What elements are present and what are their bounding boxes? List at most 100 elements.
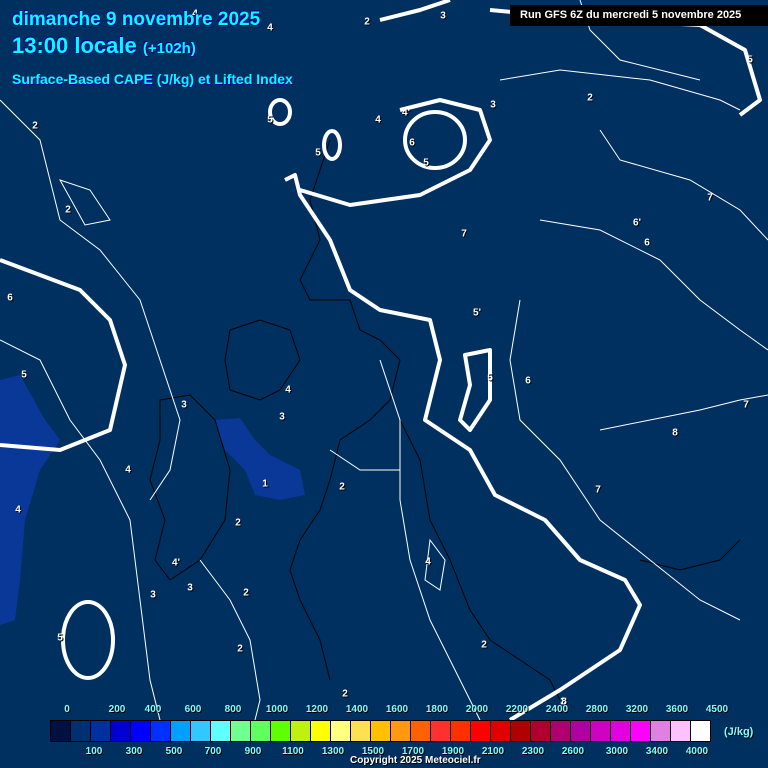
legend-top-label: 1000 [265,704,289,715]
contour-label: 5 [487,372,493,384]
legend-swatch [431,721,451,741]
legend-bottom-label: 2300 [521,746,545,757]
legend-swatch [671,721,691,741]
thin-contours [0,0,768,741]
contour-label: 6' [633,217,641,229]
forecast-date: dimanche 9 novembre 2025 [12,9,261,30]
contour-label: 3 [279,411,285,423]
contour-label: 7 [743,399,749,411]
legend-top-label: 3200 [625,704,649,715]
legend-swatch [571,721,591,741]
legend-swatch [291,721,311,741]
legend-top-label: 2400 [545,704,569,715]
legend-swatch [551,721,571,741]
legend-swatch [631,721,651,741]
legend-bottom-label: 2100 [481,746,505,757]
legend-swatch [231,721,251,741]
legend-bottom-label: 900 [244,746,262,757]
legend-bottom-label: 700 [204,746,222,757]
contour-label: 2 [243,587,249,599]
legend-top-label: 2200 [505,704,529,715]
run-info: Run GFS 6Z du mercredi 5 novembre 2025 [510,5,768,26]
contour-label: 2 [481,639,487,651]
contour-label: 4 [425,556,431,568]
contour-label: 4' [402,107,410,119]
legend-bottom-label: 500 [165,746,183,757]
legend-top-label: 1200 [305,704,329,715]
contour-label: 6 [525,375,531,387]
contour-label: 5 [747,54,753,66]
legend-swatch [131,721,151,741]
legend-top-label: 3600 [665,704,689,715]
legend-swatch [391,721,411,741]
contour-label: 1 [262,478,268,490]
legend-top-label: 1800 [425,704,449,715]
legend-top-label: 200 [108,704,126,715]
cape-fill [0,375,305,625]
forecast-time-label: 13:00 locale [12,33,137,58]
legend-swatch [531,721,551,741]
contour-label: 2 [364,16,370,28]
contour-label: 2 [339,481,345,493]
legend-bottom-label: 1100 [282,746,304,757]
contour-label: 5 [315,147,321,159]
legend-top-label: 4500 [705,704,729,715]
contour-label: 2 [235,517,241,529]
contour-label: 5 [57,632,63,644]
legend-bottom-label: 4000 [685,746,709,757]
contour-label: 3 [150,589,156,601]
legend-bottom-label: 300 [125,746,143,757]
contour-label: 6 [7,292,13,304]
contour-label: 5 [267,114,273,126]
legend-swatch [191,721,211,741]
contour-label: 4' [172,557,180,569]
weather-map: 2 4 4 2 3 3 2 5 5 4 4' 6 5 5 7 6' 6 2 7 6 5' 5 6 5 4 3 3 2 7 8 7 4 1 2 4 4'… [0,0,768,768]
contour-label: 2 [342,688,348,700]
contour-label: 2 [237,643,243,655]
legend-swatch [71,721,91,741]
legend-swatch [171,721,191,741]
contour-label: 6 [409,137,415,149]
legend-swatch [211,721,231,741]
contour-label: 8 [672,427,678,439]
contour-label: 3 [490,99,496,111]
legend-top-label: 800 [224,704,242,715]
legend-swatch [91,721,111,741]
legend-swatch [311,721,331,741]
contour-label: 2 [587,92,593,104]
legend-bottom-label: 3000 [605,746,629,757]
legend-swatch [491,721,511,741]
legend-swatch [451,721,471,741]
legend-swatch [371,721,391,741]
legend-swatch [651,721,671,741]
legend-swatch [331,721,351,741]
legend-swatch [591,721,611,741]
legend-unit: (J/kg) [724,726,754,738]
contour-label: 2 [32,120,38,132]
legend-swatch [411,721,431,741]
parameter-title: Surface-Based CAPE (J/kg) et Lifted Inde… [12,71,293,87]
legend-bottom-label: 2600 [561,746,585,757]
legend-swatch [151,721,171,741]
contour-label: 5 [21,369,27,381]
legend-swatch [251,721,271,741]
contour-label: 6 [644,237,650,249]
contour-loop [322,129,342,161]
lead-time: (+102h) [142,40,196,57]
legend-top-label: 400 [144,704,162,715]
contour-label: 3 [187,582,193,594]
legend-top-label: 0 [64,704,70,715]
legend-swatch [351,721,371,741]
legend-swatch [471,721,491,741]
legend-bottom-label: 3400 [645,746,669,757]
contour-label: 3 [440,10,446,22]
legend-swatch [271,721,291,741]
contour-label: 5 [423,157,429,169]
copyright: Copyright 2025 Meteociel.fr [350,755,481,766]
color-legend [50,720,711,742]
contour-label: 3 [181,399,187,411]
contour-loop [61,600,115,680]
contour-label: 4 [267,22,273,34]
coastline [639,539,741,571]
legend-bottom-label: 1300 [321,746,345,757]
